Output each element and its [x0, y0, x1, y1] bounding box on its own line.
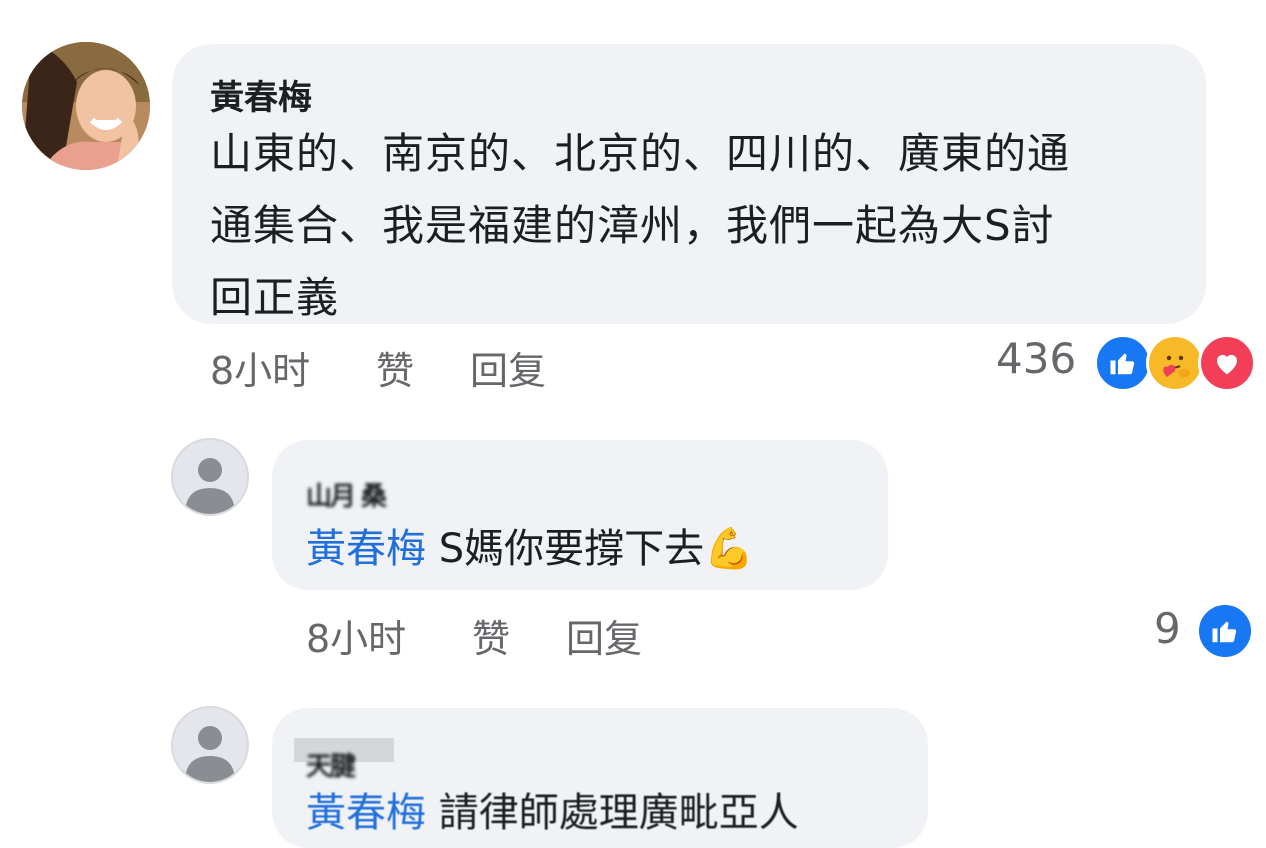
default-user-icon — [173, 440, 247, 514]
comment-line: 山東的、南京的、北京的、四川的、廣東的通 — [210, 129, 1071, 178]
reply-message: 請律師處理廣毗亞人 — [426, 790, 799, 836]
reply-reply-button[interactable]: 回复 — [566, 608, 642, 663]
profile-photo — [22, 42, 150, 170]
reply-avatar[interactable] — [171, 706, 249, 784]
comment-line: 回正義 — [210, 273, 340, 322]
like-button[interactable]: 赞 — [376, 340, 414, 395]
reply-button[interactable]: 回复 — [470, 340, 546, 395]
reply-timestamp[interactable]: 8小时 — [306, 608, 406, 663]
comment-author[interactable]: 黃春梅 — [210, 70, 312, 119]
flexed-biceps-emoji: 💪 — [704, 526, 754, 572]
reply-author-blurred[interactable]: 山月 桑 — [306, 476, 387, 513]
love-icon[interactable] — [1198, 334, 1256, 392]
reply-author-blurred[interactable]: 天腱 — [306, 746, 356, 783]
reply-avatar[interactable] — [171, 438, 249, 516]
reply-message: S媽你要撐下去 — [426, 526, 705, 572]
default-user-icon — [173, 708, 247, 782]
reply-like-button[interactable]: 赞 — [472, 608, 510, 663]
reaction-count[interactable]: 436 — [996, 334, 1076, 383]
comment-timestamp[interactable]: 8小时 — [210, 340, 310, 395]
reply-text: 黃春梅 S媽你要撐下去💪 — [306, 516, 754, 574]
comment-text: 山東的、南京的、北京的、四川的、廣東的通 通集合、我是福建的漳州，我們一起為大S… — [210, 118, 1180, 334]
avatar[interactable] — [22, 42, 150, 170]
like-icon[interactable] — [1094, 334, 1152, 392]
reply-text: 黃春梅 請律師處理廣毗亞人 — [306, 780, 799, 838]
mention-link[interactable]: 黃春梅 — [306, 790, 426, 836]
like-icon[interactable] — [1196, 602, 1254, 660]
mention-link[interactable]: 黃春梅 — [306, 526, 426, 572]
care-icon[interactable] — [1146, 334, 1204, 392]
comment-line: 通集合、我是福建的漳州，我們一起為大S討 — [210, 201, 1055, 250]
reply-reaction-count[interactable]: 9 — [1154, 604, 1181, 653]
